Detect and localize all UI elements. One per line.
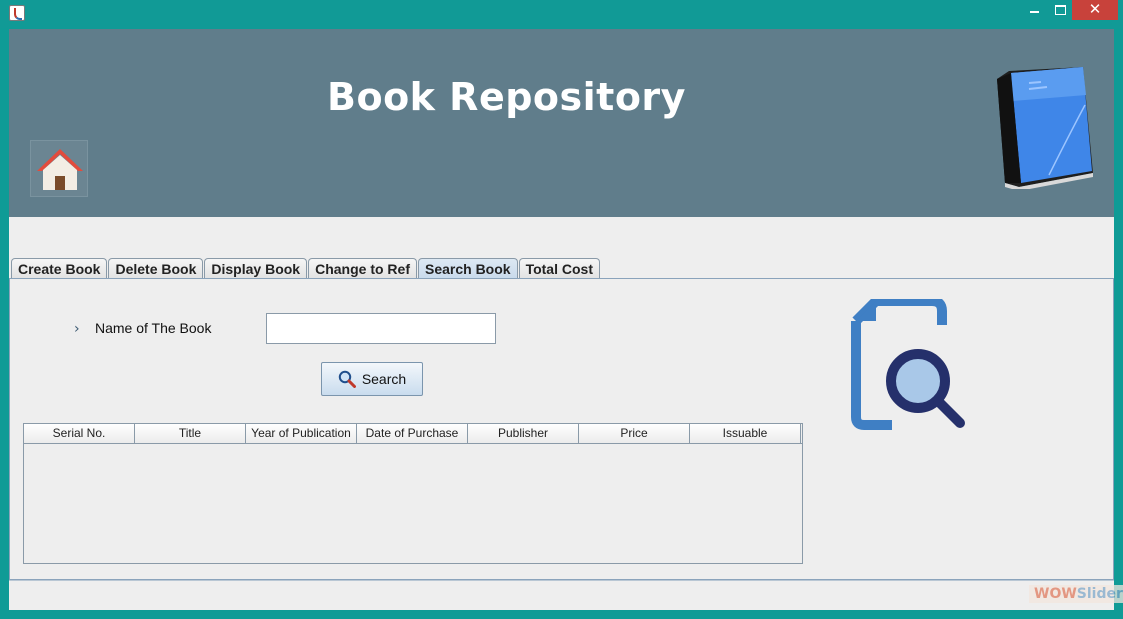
search-document-icon [851, 299, 965, 430]
tab-total-cost[interactable]: Total Cost [518, 258, 600, 279]
tab-change-to-ref[interactable]: Change to Ref [308, 258, 417, 279]
book-icon [997, 67, 1093, 189]
page-title: Book Repository [327, 75, 686, 119]
column-publisher[interactable]: Publisher [468, 424, 579, 443]
search-button[interactable]: Search [321, 362, 423, 396]
column-year-of-publication[interactable]: Year of Publication [246, 424, 357, 443]
maximize-button[interactable] [1048, 0, 1072, 20]
column-title[interactable]: Title [135, 424, 246, 443]
status-bar [9, 580, 1114, 610]
column-date-of-purchase[interactable]: Date of Purchase [357, 424, 468, 443]
book-name-input[interactable] [266, 313, 496, 344]
main-frame: Book Repository Create Book Delete Book … [9, 29, 1123, 610]
close-icon: ✕ [1088, 0, 1102, 18]
home-button[interactable] [30, 140, 88, 197]
close-button[interactable]: ✕ [1072, 0, 1118, 20]
table-body[interactable] [24, 444, 802, 563]
window-title-bar: ✕ [0, 0, 1123, 28]
tab-create-book[interactable]: Create Book [11, 258, 108, 279]
header-banner: Book Repository [9, 29, 1114, 217]
home-icon [37, 149, 83, 190]
minimize-button[interactable] [1022, 0, 1046, 20]
chevron-right-icon: › [74, 321, 80, 337]
results-table: Serial No. Title Year of Publication Dat… [23, 423, 803, 564]
tab-bar: Create Book Delete Book Display Book Cha… [11, 258, 601, 280]
table-header: Serial No. Title Year of Publication Dat… [24, 424, 802, 444]
column-serial-no[interactable]: Serial No. [24, 424, 135, 443]
tab-search-book[interactable]: Search Book [417, 258, 518, 280]
search-book-panel: › Name of The Book Search Serial No. Tit… [9, 278, 1114, 580]
column-price[interactable]: Price [579, 424, 690, 443]
search-button-label: Search [361, 371, 407, 387]
wowslider-watermark: WOWSlider [1029, 585, 1123, 603]
search-icon [338, 370, 356, 388]
tab-delete-book[interactable]: Delete Book [108, 258, 204, 279]
java-app-icon [9, 5, 25, 21]
tab-display-book[interactable]: Display Book [204, 258, 308, 279]
column-issuable[interactable]: Issuable [690, 424, 801, 443]
book-name-label: Name of The Book [95, 320, 212, 336]
